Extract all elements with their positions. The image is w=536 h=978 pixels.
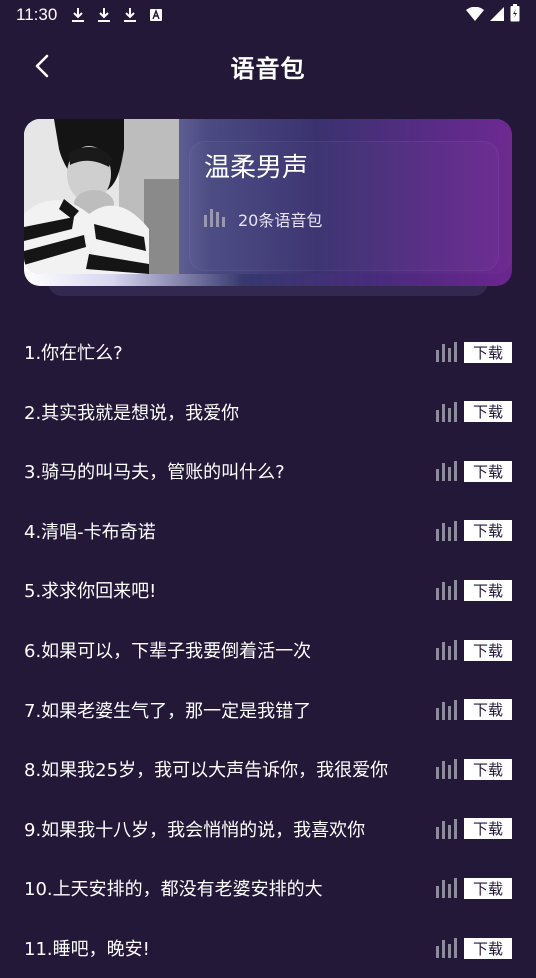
list-item[interactable]: 4.清唱-卡布奇诺 下载: [0, 501, 536, 561]
list-item[interactable]: 1.你在忙么? 下载: [0, 322, 536, 382]
voice-pack-meta: 20条语音包: [204, 207, 322, 231]
download-icon: [71, 7, 85, 23]
download-icon: [123, 7, 137, 23]
download-button[interactable]: 下载: [464, 937, 512, 959]
wifi-icon: [466, 6, 484, 25]
download-button[interactable]: 下载: [464, 818, 512, 840]
font-app-icon: [149, 7, 163, 23]
list-item-title: 11.睡吧，晚安!: [24, 939, 150, 960]
list-item[interactable]: 2.其实我就是想说，我爱你 下载: [0, 382, 536, 442]
list-item-title: 1.你在忙么?: [24, 343, 123, 364]
list-item[interactable]: 7.如果老婆生气了，那一定是我错了 下载: [0, 680, 536, 740]
header: 语音包: [0, 40, 536, 92]
download-button[interactable]: 下载: [464, 639, 512, 661]
battery-icon: [510, 4, 520, 26]
voice-pack-title: 温柔男声: [204, 153, 309, 183]
play-audio-icon[interactable]: [436, 580, 458, 601]
back-button[interactable]: [26, 50, 58, 82]
play-audio-icon[interactable]: [436, 878, 458, 899]
cover-image: [24, 119, 179, 274]
play-audio-icon[interactable]: [436, 401, 458, 422]
list-item[interactable]: 8.如果我25岁，我可以大声告诉你，我很爱你 下载: [0, 739, 536, 799]
play-audio-icon[interactable]: [436, 461, 458, 482]
chevron-left-icon: [35, 54, 49, 78]
status-time: 11:30: [16, 5, 58, 24]
list-item[interactable]: 6.如果可以，下辈子我要倒着活一次 下载: [0, 620, 536, 680]
list-item-title: 3.骑马的叫马夫，管账的叫什么?: [24, 462, 285, 484]
play-audio-icon[interactable]: [436, 759, 458, 780]
voice-pack-card: 温柔男声 20条语音包: [24, 119, 512, 286]
download-button[interactable]: 下载: [464, 579, 512, 601]
audio-bars-icon: [204, 207, 226, 231]
download-button[interactable]: 下载: [464, 341, 512, 363]
list-item[interactable]: 10.上天安排的，都没有老婆安排的大 下载: [0, 858, 536, 918]
download-button[interactable]: 下载: [464, 758, 512, 780]
list-item-title: 5.求求你回来吧!: [24, 581, 157, 603]
list-item[interactable]: 5.求求你回来吧! 下载: [0, 560, 536, 620]
list-item[interactable]: 3.骑马的叫马夫，管账的叫什么? 下载: [0, 441, 536, 501]
card-body: 温柔男声 20条语音包: [24, 119, 512, 274]
play-audio-icon[interactable]: [436, 342, 458, 362]
download-button[interactable]: 下载: [464, 401, 512, 423]
play-audio-icon[interactable]: [436, 938, 458, 958]
download-button[interactable]: 下载: [464, 520, 512, 542]
list-item[interactable]: 9.如果我十八岁，我会悄悄的说，我喜欢你 下载: [0, 799, 536, 859]
list-item-title: 7.如果老婆生气了，那一定是我错了: [24, 700, 312, 722]
list-item[interactable]: 11.睡吧，晚安! 下载: [0, 918, 536, 978]
voice-count-label: 20条语音包: [238, 211, 323, 230]
list-item-title: 2.其实我就是想说，我爱你: [24, 402, 240, 424]
list-item-title: 6.如果可以，下辈子我要倒着活一次: [24, 641, 312, 662]
page-title: 语音包: [230, 54, 306, 83]
list-item-title: 4.清唱-卡布奇诺: [24, 521, 156, 543]
status-bar: 11:30: [0, 0, 536, 30]
download-icon: [97, 7, 111, 23]
cell-signal-icon: [490, 6, 504, 25]
list-item-title: 8.如果我25岁，我可以大声告诉你，我很爱你: [24, 760, 389, 782]
play-audio-icon[interactable]: [436, 818, 458, 839]
play-audio-icon[interactable]: [436, 520, 458, 541]
download-button[interactable]: 下载: [464, 877, 512, 899]
list-item-title: 9.如果我十八岁，我会悄悄的说，我喜欢你: [24, 819, 366, 841]
list-item-title: 10.上天安排的，都没有老婆安排的大: [24, 879, 323, 901]
download-button[interactable]: 下载: [464, 460, 512, 482]
download-button[interactable]: 下载: [464, 699, 512, 721]
play-audio-icon[interactable]: [436, 640, 458, 660]
play-audio-icon[interactable]: [436, 699, 458, 720]
